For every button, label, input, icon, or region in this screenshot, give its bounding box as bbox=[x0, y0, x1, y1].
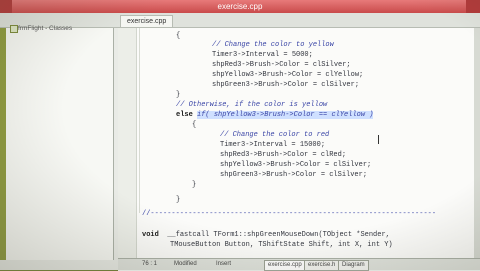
code-line: shpYellow3->Brush->Color = clSilver; bbox=[220, 161, 372, 169]
code-line: shpGreen3->Brush->Color = clSilver; bbox=[212, 81, 360, 89]
title-bar: exercise.cpp bbox=[0, 0, 480, 13]
text-caret bbox=[378, 135, 379, 144]
system-menu-icon[interactable] bbox=[0, 0, 12, 13]
separator-comment: //--------------------------------------… bbox=[142, 210, 437, 218]
code-line: } bbox=[176, 91, 181, 99]
vertical-scrollbar[interactable] bbox=[474, 28, 480, 258]
tab-exercise-cpp[interactable]: exercise.cpp bbox=[120, 15, 174, 27]
fold-margin bbox=[139, 28, 140, 213]
ide-window: exercise.cpp exercise.cpp frmFlight - Cl… bbox=[0, 0, 480, 271]
code-line: Timer3->Interval = 5000; bbox=[212, 51, 313, 59]
code-line: Timer3->Interval = 15000; bbox=[220, 141, 326, 149]
code-line: void __fastcall TForm1::shpGreenMouseDow… bbox=[142, 231, 390, 239]
code-line: shpRed3->Brush->Color = clSilver; bbox=[212, 61, 351, 69]
code-comment: // Change the color to yellow bbox=[212, 41, 334, 49]
status-bar: 76 : 1 Modified Insert exercise.cpp exer… bbox=[118, 258, 480, 271]
bottom-tab-exercise-h[interactable]: exercise.h bbox=[304, 260, 340, 271]
code-line: shpRed3->Brush->Color = clRed; bbox=[220, 151, 347, 159]
code-line: shpGreen3->Brush->Color = clSilver; bbox=[220, 171, 368, 179]
code-comment: // Change the color to red bbox=[220, 131, 330, 139]
code-line: } bbox=[192, 181, 197, 189]
code-line: shpYellow3->Brush->Color = clYellow; bbox=[212, 71, 364, 79]
editor-gutter bbox=[118, 28, 137, 260]
window-title: exercise.cpp bbox=[217, 2, 263, 11]
insert-mode-indicator: Insert bbox=[216, 261, 232, 267]
bottom-tab-exercise-cpp[interactable]: exercise.cpp bbox=[264, 260, 306, 271]
code-line: TMouseButton Button, TShiftState Shift, … bbox=[170, 241, 393, 249]
selected-condition: if( shpYellow3->Brush->Color == clYellow… bbox=[197, 111, 374, 119]
code-editor[interactable]: { // Change the color to yellow Timer3->… bbox=[118, 28, 480, 260]
code-line: else if( shpYellow3->Brush->Color == clY… bbox=[176, 111, 374, 119]
class-explorer-item[interactable]: frmFlight - Classes bbox=[18, 25, 72, 32]
code-line: { bbox=[176, 32, 181, 40]
close-icon[interactable] bbox=[466, 0, 480, 13]
keyword-else: else bbox=[176, 111, 193, 119]
classes-tree-icon bbox=[10, 25, 18, 33]
code-line: { bbox=[192, 121, 197, 129]
function-signature: __fastcall TForm1::shpGreenMouseDown(TOb… bbox=[167, 231, 390, 239]
code-comment: // Otherwise, if the color is yellow bbox=[176, 101, 328, 109]
code-line: } bbox=[176, 196, 181, 204]
bottom-tab-diagram[interactable]: Diagram bbox=[338, 260, 369, 271]
keyword-void: void bbox=[142, 231, 159, 239]
modified-indicator: Modified bbox=[174, 261, 197, 267]
code-area[interactable]: { // Change the color to yellow Timer3->… bbox=[142, 28, 480, 260]
cursor-position: 76 : 1 bbox=[142, 261, 158, 267]
class-explorer-panel: frmFlight - Classes bbox=[0, 25, 114, 260]
panel-accent-bar bbox=[0, 28, 6, 260]
